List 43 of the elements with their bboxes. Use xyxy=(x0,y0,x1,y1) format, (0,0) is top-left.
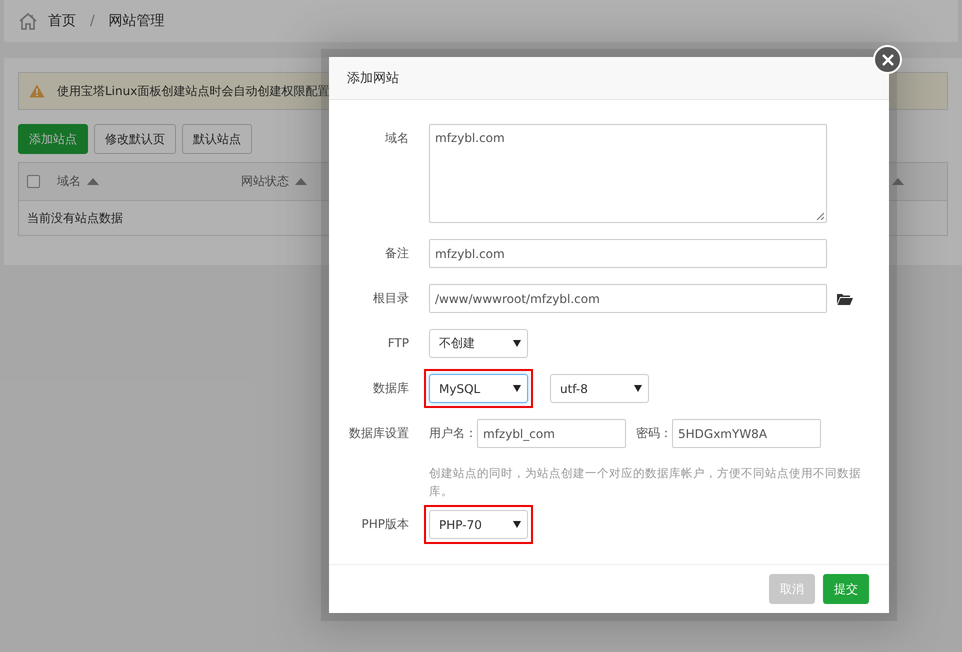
select-field[interactable]: 不创建 xyxy=(429,329,528,358)
path-field[interactable]: /www/wwwroot/mfzybl.com xyxy=(429,284,827,313)
empty-message: 当前没有站点数据 xyxy=(27,210,123,226)
breadcrumb-link[interactable]: 网站管理 xyxy=(108,12,165,30)
input-field[interactable]: mfzybl.com xyxy=(429,239,827,268)
field-label: 数据库设置 xyxy=(348,425,410,442)
close-icon xyxy=(882,54,894,66)
field-label: FTP xyxy=(386,335,410,352)
dialog-title: 添加网站 xyxy=(347,70,399,87)
field-label: PHP版本 xyxy=(360,516,410,533)
home-icon[interactable] xyxy=(18,12,38,30)
column-header[interactable]: 网站状态 xyxy=(241,173,289,190)
caret-icon xyxy=(513,521,521,528)
hint-text: 创建站点的同时，为站点创建一个对应的数据库帐户，方便不同站点使用不同数据库。 xyxy=(429,465,862,500)
select-field[interactable]: MySQL xyxy=(429,374,528,403)
sort-icon[interactable] xyxy=(295,178,307,185)
password-label: 密码： xyxy=(636,425,672,442)
select-field[interactable]: utf-8 xyxy=(550,374,649,403)
breadcrumb-link[interactable]: 首页 xyxy=(48,12,76,30)
breadcrumb-separator: / xyxy=(90,13,95,29)
domain-textarea[interactable]: mfzybl.com xyxy=(429,124,827,223)
folder-icon[interactable] xyxy=(837,292,853,304)
sort-icon[interactable] xyxy=(892,178,904,185)
caret-icon xyxy=(634,385,642,392)
toolbar-button[interactable]: 修改默认页 xyxy=(94,124,176,154)
username-label: 用户名： xyxy=(429,425,477,442)
select-field[interactable]: PHP-70 xyxy=(429,510,528,539)
sort-icon[interactable] xyxy=(87,178,99,185)
field-label: 根目录 xyxy=(372,290,410,307)
field-label: 域名 xyxy=(384,130,410,147)
select-all-checkbox[interactable] xyxy=(27,175,40,188)
alert-text: 使用宝塔Linux面板创建站点时会自动创建权限配置 xyxy=(57,82,330,100)
password-field[interactable]: 5HDGxmYW8A xyxy=(672,419,821,448)
caret-icon xyxy=(513,340,521,347)
field-label: 数据库 xyxy=(372,380,410,397)
caret-icon xyxy=(513,385,521,392)
toolbar-button[interactable]: 默认站点 xyxy=(182,124,252,154)
username-field[interactable]: mfzybl_com xyxy=(477,419,626,448)
resize-handle-icon[interactable] xyxy=(816,212,824,220)
warning-icon xyxy=(29,84,45,98)
field-label: 备注 xyxy=(384,245,410,262)
column-header[interactable]: 域名 xyxy=(57,173,81,190)
close-button[interactable] xyxy=(873,45,902,74)
